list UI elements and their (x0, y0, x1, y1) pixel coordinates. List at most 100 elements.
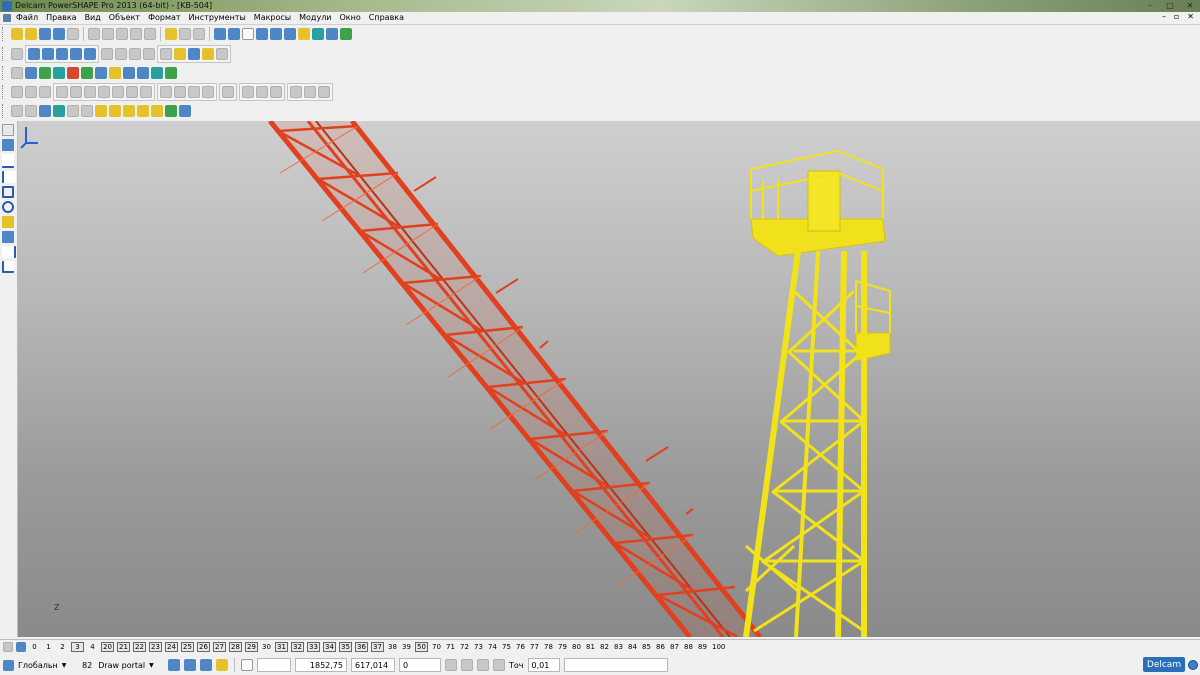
level-77[interactable]: 77 (529, 643, 540, 651)
feature-9-icon[interactable] (137, 105, 149, 117)
box-icon[interactable] (109, 67, 121, 79)
level-78[interactable]: 78 (543, 643, 554, 651)
object-type-2-icon[interactable] (184, 659, 196, 671)
render-icon[interactable] (222, 86, 234, 98)
level-2[interactable]: 2 (57, 643, 68, 651)
section-3-icon[interactable] (188, 86, 200, 98)
level-31[interactable]: 31 (275, 642, 288, 652)
toolbar-grip[interactable] (2, 27, 7, 41)
level-26[interactable]: 26 (197, 642, 210, 652)
arc-icon[interactable] (270, 28, 282, 40)
shade-mode-7-icon[interactable] (140, 86, 152, 98)
menu-help[interactable]: Справка (368, 13, 405, 22)
level-25[interactable]: 25 (181, 642, 194, 652)
level-manager-icon[interactable] (16, 642, 26, 652)
redo-icon[interactable] (179, 28, 191, 40)
level-34[interactable]: 34 (323, 642, 336, 652)
level-39[interactable]: 39 (401, 643, 412, 651)
level-23[interactable]: 23 (149, 642, 162, 652)
level-38[interactable]: 38 (387, 643, 398, 651)
menu-file[interactable]: Файл (15, 13, 39, 22)
surface-tool-icon[interactable] (2, 231, 14, 243)
polyline-tool-icon[interactable] (2, 171, 16, 183)
view-front-icon[interactable] (28, 48, 40, 60)
solid-tool-icon[interactable] (2, 216, 14, 228)
level-84[interactable]: 84 (627, 643, 638, 651)
feature-7-icon[interactable] (109, 105, 121, 117)
light-icon[interactable] (202, 48, 214, 60)
level-20[interactable]: 20 (101, 642, 114, 652)
section-4-icon[interactable] (202, 86, 214, 98)
level-80[interactable]: 80 (571, 643, 582, 651)
dimension-tool-icon[interactable] (2, 261, 14, 273)
zoom-fit-icon[interactable] (143, 48, 155, 60)
level-85[interactable]: 85 (641, 643, 652, 651)
workplane-icon[interactable] (3, 659, 14, 671)
tools-icon[interactable] (340, 28, 352, 40)
level-select[interactable]: 82 Draw portal ▼ (82, 659, 164, 672)
line-tool-icon[interactable] (2, 154, 14, 168)
grid-icon[interactable] (241, 659, 253, 671)
menu-edit[interactable]: Правка (45, 13, 77, 22)
surface-tool-icon[interactable] (39, 67, 51, 79)
level-0[interactable]: 0 (29, 643, 40, 651)
layer-3-icon[interactable] (318, 86, 330, 98)
object-type-1-icon[interactable] (168, 659, 180, 671)
cut-icon[interactable] (88, 28, 100, 40)
level-28[interactable]: 28 (229, 642, 242, 652)
close-button[interactable]: ✕ (1184, 1, 1196, 10)
workplane-select[interactable]: Глобальн ▼ (18, 659, 78, 672)
curve-tool-icon[interactable] (2, 246, 16, 258)
level-86[interactable]: 86 (655, 643, 666, 651)
level-27[interactable]: 27 (213, 642, 226, 652)
shade-mode-4-icon[interactable] (98, 86, 110, 98)
shade-mode-1-icon[interactable] (56, 86, 68, 98)
feature-3-icon[interactable] (53, 105, 65, 117)
level-82[interactable]: 82 (599, 643, 610, 651)
level-1[interactable]: 1 (43, 643, 54, 651)
level-33[interactable]: 33 (307, 642, 320, 652)
level-4[interactable]: 4 (87, 643, 98, 651)
view-iso-icon[interactable] (70, 48, 82, 60)
grid-field[interactable] (257, 658, 291, 672)
shade-mode-2-icon[interactable] (70, 86, 82, 98)
level-76[interactable]: 76 (515, 643, 526, 651)
shade-mode-3-icon[interactable] (84, 86, 96, 98)
doc-minimize-button[interactable]: – (1162, 12, 1166, 21)
section-2-icon[interactable] (174, 86, 186, 98)
select-pick-icon[interactable] (242, 28, 254, 40)
level-22[interactable]: 22 (133, 642, 146, 652)
command-field[interactable] (563, 658, 668, 672)
doc-close-button[interactable]: ✕ (1187, 12, 1194, 21)
new-file-icon[interactable] (11, 28, 23, 40)
close-levelbar-icon[interactable] (3, 642, 13, 652)
coord-x[interactable]: 1852,75 (295, 658, 347, 672)
close-toolbar-icon[interactable] (11, 86, 23, 98)
input-icon[interactable] (461, 659, 473, 671)
feature-1-icon[interactable] (11, 105, 23, 117)
feature-5-icon[interactable] (81, 105, 93, 117)
doc-restore-button[interactable]: ▫ (1174, 12, 1179, 21)
rotate-icon[interactable] (25, 86, 37, 98)
level-35[interactable]: 35 (339, 642, 352, 652)
menu-window[interactable]: Окно (339, 13, 362, 22)
close-toolbar-icon[interactable] (11, 48, 23, 60)
level-30[interactable]: 30 (261, 643, 272, 651)
minimize-button[interactable]: – (1144, 1, 1156, 10)
fill-icon[interactable] (53, 67, 65, 79)
level-100[interactable]: 100 (711, 643, 726, 651)
view-top-icon[interactable] (56, 48, 68, 60)
text-icon[interactable] (284, 28, 296, 40)
tolerance-field[interactable]: 0,01 (527, 658, 560, 672)
pan-icon[interactable] (39, 86, 51, 98)
surface-icon[interactable] (326, 28, 338, 40)
display-2-icon[interactable] (256, 86, 268, 98)
view-iso2-icon[interactable] (84, 48, 96, 60)
coord-z[interactable]: 0 (399, 658, 441, 672)
shade-mode-5-icon[interactable] (112, 86, 124, 98)
paste-icon[interactable] (116, 28, 128, 40)
calculator-icon[interactable] (445, 659, 457, 671)
menu-macros[interactable]: Макросы (253, 13, 292, 22)
level-29[interactable]: 29 (245, 642, 258, 652)
play-icon[interactable] (81, 67, 93, 79)
